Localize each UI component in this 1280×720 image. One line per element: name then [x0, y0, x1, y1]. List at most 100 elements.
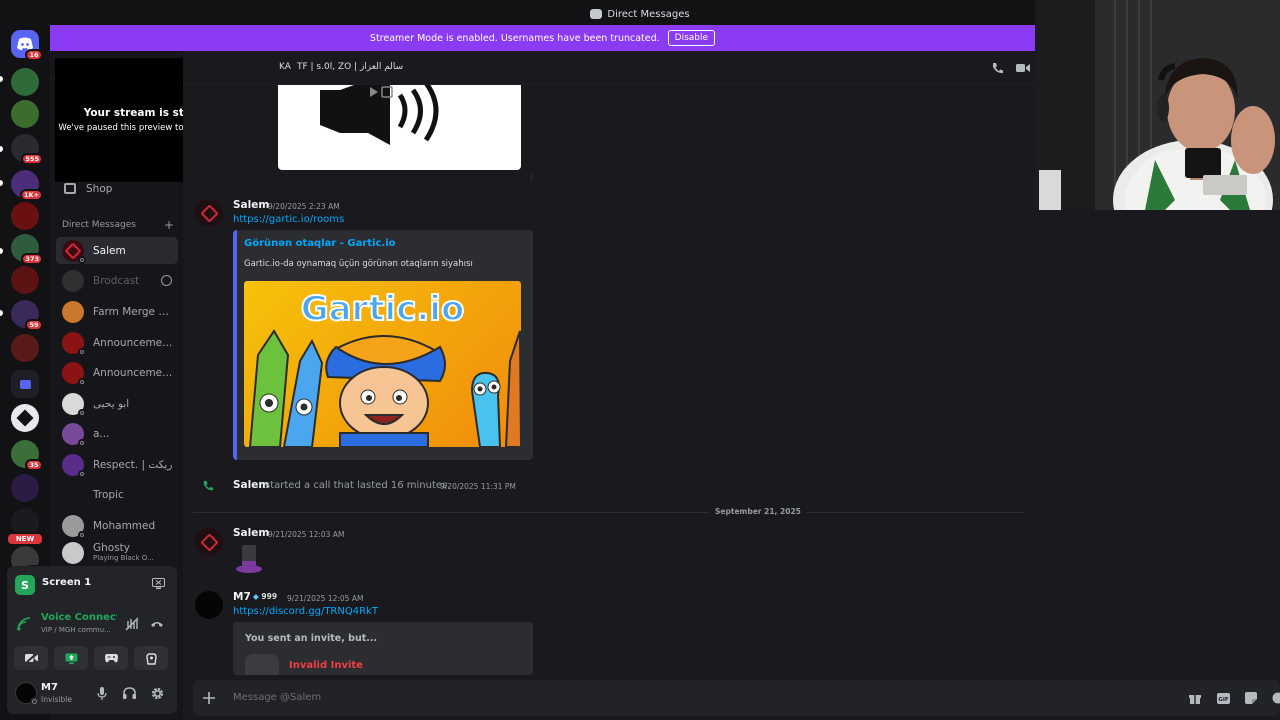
notification-badge: 1K+: [19, 189, 43, 201]
server-icon[interactable]: 555: [11, 134, 43, 165]
notification-badge: 59: [25, 319, 43, 331]
server-icon[interactable]: [11, 100, 39, 128]
divider-line: [531, 173, 532, 181]
server-icon[interactable]: 35: [11, 440, 43, 471]
server-icon[interactable]: [11, 334, 39, 362]
server-icon[interactable]: [11, 474, 39, 502]
camera-off-icon: [24, 653, 38, 663]
server-icon[interactable]: [11, 404, 39, 432]
message-timestamp: 9/20/2025 2:23 AM: [268, 202, 340, 211]
new-badge: NEW: [6, 532, 44, 546]
server-icon[interactable]: [11, 68, 39, 96]
server-icon[interactable]: [11, 202, 39, 230]
composer-box: Message @Salem GIF: [193, 680, 1280, 716]
sticker-icon[interactable]: [1243, 690, 1259, 706]
webcam-feed-image: [1035, 0, 1280, 210]
avatar[interactable]: [195, 199, 223, 227]
server-icon[interactable]: [11, 266, 39, 294]
avatar: [62, 361, 86, 386]
message-author[interactable]: M7: [233, 591, 251, 603]
invite-link[interactable]: https://discord.gg/TRNQ4RkT: [233, 606, 378, 617]
user-panel: S Screen 1 Voice Connected VIP / MGH com…: [7, 566, 177, 714]
direct-messages-icon: [590, 9, 603, 19]
avatar: [62, 453, 86, 478]
embed-image[interactable]: Gartic.io: [244, 281, 521, 447]
username[interactable]: M7: [41, 682, 58, 693]
dm-item-respect[interactable]: Respect. | ريكت: [56, 451, 178, 478]
disable-streamer-mode-button[interactable]: Disable: [667, 30, 716, 46]
voice-channel[interactable]: VIP / MGH commu...: [41, 626, 111, 634]
attach-plus-icon[interactable]: [201, 690, 217, 706]
avatar: [62, 269, 84, 292]
avatar: [62, 300, 84, 323]
message-timestamp: 9/21/2025 12:03 AM: [268, 530, 345, 539]
activities-button[interactable]: [94, 646, 128, 670]
screen-share-button[interactable]: [54, 646, 88, 670]
video-call-icon[interactable]: [1015, 60, 1031, 76]
dm-name: Respect. | ريكت: [93, 458, 173, 471]
avatar[interactable]: [195, 528, 223, 556]
dm-item-announcements-2[interactable]: Announceme...: [56, 359, 178, 386]
avatar: [62, 239, 86, 264]
dm-item-tropic[interactable]: Tropic: [56, 481, 178, 508]
disconnect-icon[interactable]: [149, 616, 165, 632]
stop-stream-icon[interactable]: [150, 575, 166, 591]
dm-item-brodcast[interactable]: Brodcast: [56, 267, 178, 294]
voice-call-icon[interactable]: [989, 60, 1005, 76]
notification-badge: 35: [25, 459, 43, 471]
avatar: [62, 542, 84, 564]
emoji-icon[interactable]: [1270, 690, 1280, 706]
avatar: [62, 514, 86, 539]
dm-name: Brodcast: [93, 274, 140, 287]
server-folder[interactable]: [11, 370, 39, 398]
embed-title[interactable]: Görünən otaqlar - Gartic.io: [244, 238, 396, 249]
server-icon[interactable]: 1K+: [11, 170, 43, 201]
svg-text:GIF: GIF: [1218, 697, 1229, 703]
headphones-icon[interactable]: [121, 685, 137, 701]
camera-toggle-button[interactable]: [14, 646, 48, 670]
home-button[interactable]: 16: [11, 30, 43, 61]
banner-text: Streamer Mode is enabled. Usernames have…: [369, 32, 660, 44]
noise-suppression-icon[interactable]: [124, 616, 140, 632]
dm-item-abu-yahya[interactable]: ابو يحيى: [56, 390, 178, 417]
user-avatar[interactable]: [15, 682, 39, 706]
dm-item-announcements-1[interactable]: Announceme...: [56, 329, 178, 356]
shop-icon: [64, 183, 76, 194]
gif-icon[interactable]: GIF: [1215, 690, 1231, 706]
message-author[interactable]: Salem: [233, 199, 269, 211]
dm-name: Announceme...: [93, 336, 173, 349]
date-divider: September 21, 2025: [709, 507, 807, 516]
notification-badge: 16: [25, 49, 43, 61]
message-input[interactable]: Message @Salem: [233, 692, 321, 703]
dm-item-farm-merge[interactable]: Farm Merge V...: [56, 298, 178, 325]
call-author[interactable]: Salem: [233, 479, 269, 491]
unread-pill: [0, 146, 3, 152]
dm-item-a[interactable]: a...: [56, 420, 178, 447]
settings-gear-icon[interactable]: [149, 685, 165, 701]
chat-background: [1035, 210, 1280, 675]
dm-item-salem[interactable]: Salem: [56, 237, 178, 264]
attachment-image[interactable]: [278, 80, 521, 170]
microphone-icon[interactable]: [94, 685, 110, 701]
soundboard-button[interactable]: [134, 646, 168, 670]
dm-item-ghosty[interactable]: Ghosty Playing Black O...: [56, 542, 178, 564]
voice-status[interactable]: Voice Connected: [41, 612, 117, 623]
server-icon[interactable]: 59: [11, 300, 43, 331]
server-icon[interactable]: 373: [11, 234, 43, 265]
notification-badge: 373: [21, 253, 43, 265]
message-author[interactable]: Salem: [233, 527, 269, 539]
user-tag: ◆ 999: [253, 592, 277, 601]
avatar[interactable]: [195, 591, 223, 619]
streamer-mode-banner: Streamer Mode is enabled. Usernames have…: [50, 25, 1035, 51]
dm-item-mohammed[interactable]: Mohammed: [56, 512, 178, 539]
soundboard-icon: [145, 652, 157, 665]
gift-icon[interactable]: [1187, 690, 1203, 706]
create-dm-icon[interactable]: +: [164, 219, 174, 231]
screen-label: Screen 1: [42, 577, 92, 588]
top-hat-sticker[interactable]: [235, 543, 263, 575]
message-composer: Message @Salem GIF: [183, 675, 1280, 720]
avatar: [62, 392, 86, 417]
message-link[interactable]: https://gartic.io/rooms: [233, 214, 344, 225]
speaker-icon: [320, 80, 439, 145]
gartic-characters-illustration: [248, 329, 521, 447]
